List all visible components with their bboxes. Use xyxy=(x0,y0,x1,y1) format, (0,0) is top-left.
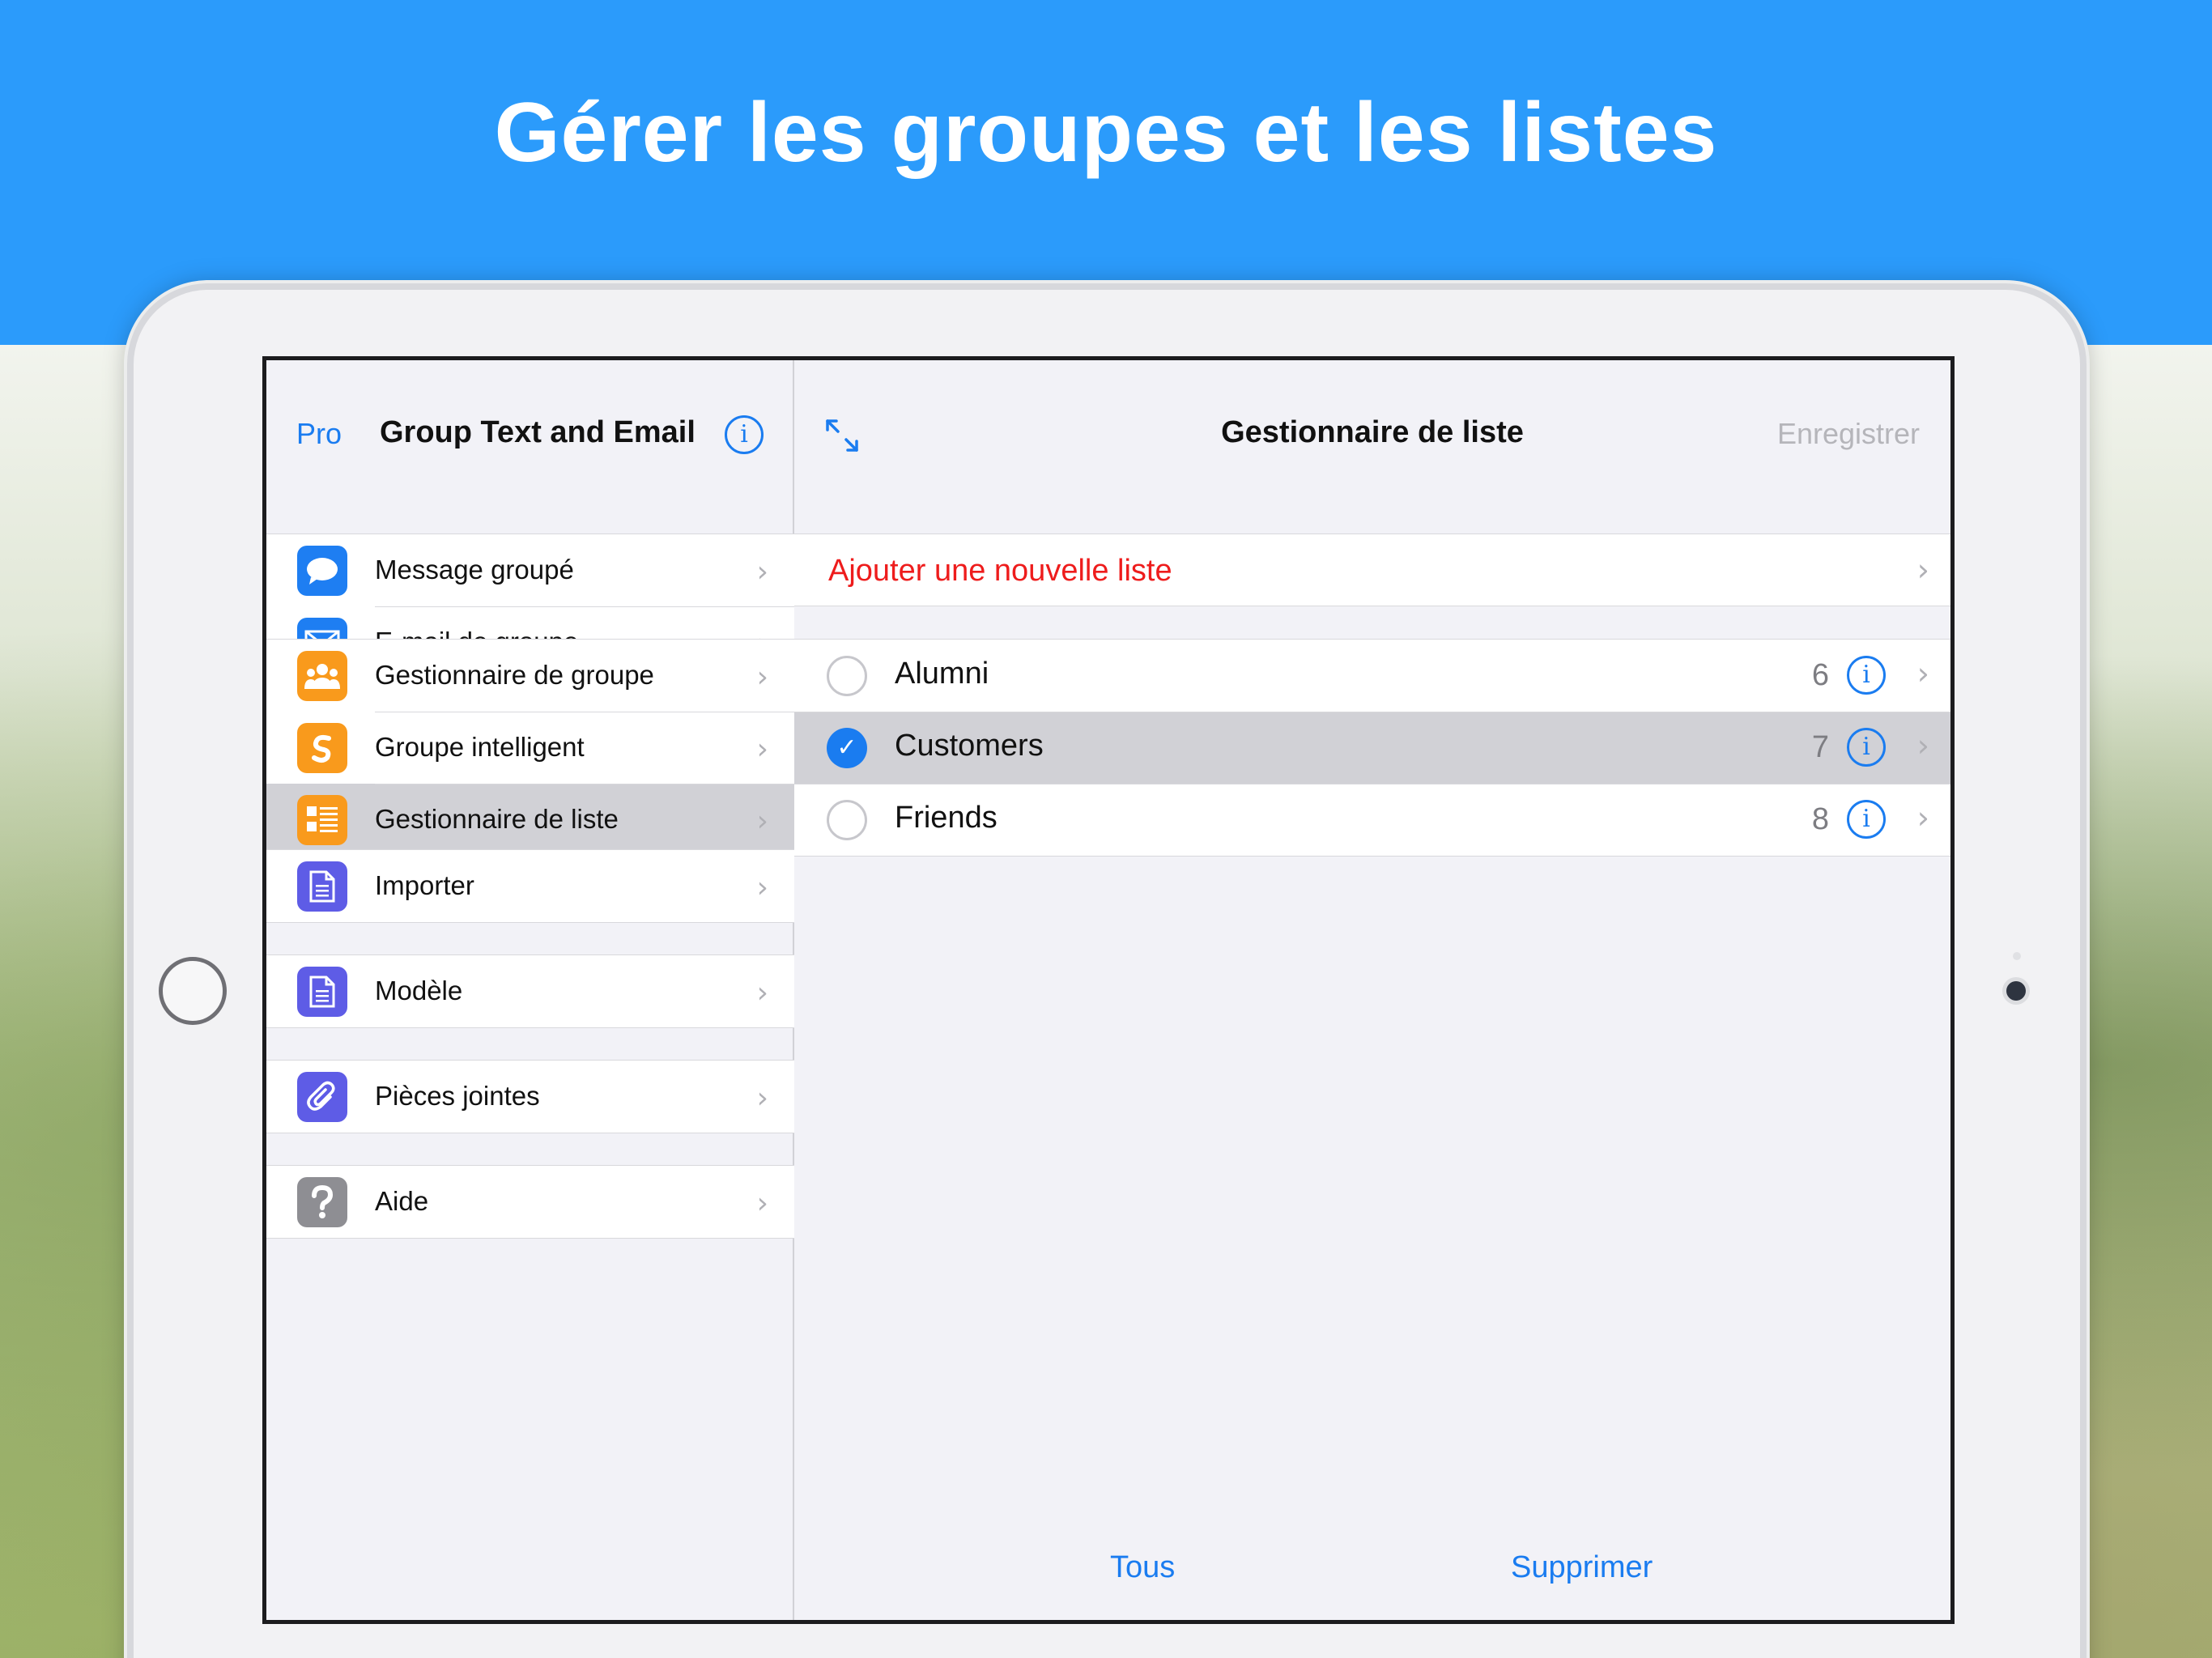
chevron-right-icon: › xyxy=(756,733,768,766)
list-item[interactable]: Alumni 6 i › xyxy=(794,640,1950,712)
list-icon xyxy=(297,795,347,845)
sidebar-item-gestionnaire-liste[interactable]: Gestionnaire de liste › xyxy=(266,784,794,856)
sidebar-item-pieces-jointes[interactable]: Pièces jointes › xyxy=(266,1061,794,1133)
document-icon xyxy=(297,967,347,1017)
info-icon[interactable]: i xyxy=(1847,728,1886,767)
sidebar-item-label: Gestionnaire de groupe xyxy=(375,660,654,690)
chevron-right-icon: › xyxy=(1916,656,1929,691)
detail-pane: Gestionnaire de liste Enregistrer Ajoute… xyxy=(794,360,1950,1620)
list-name: Alumni xyxy=(895,657,989,691)
people-icon xyxy=(297,651,347,701)
list-count: 8 xyxy=(1811,802,1829,836)
ambient-sensor xyxy=(2013,952,2021,960)
sidebar-item-label: Message groupé xyxy=(375,555,574,585)
info-icon[interactable]: i xyxy=(1847,656,1886,695)
document-icon xyxy=(297,861,347,912)
lists-table: Alumni 6 i › ✓ Customers 7 i › Friends 8… xyxy=(794,639,1950,857)
sidebar-item-message-groupe[interactable]: Message groupé › xyxy=(266,534,794,606)
menu-group-template: Modèle › xyxy=(266,954,794,1028)
pro-button[interactable]: Pro xyxy=(296,417,342,451)
info-icon[interactable]: i xyxy=(725,415,764,454)
smart-s-icon xyxy=(297,723,347,773)
sidebar-item-gestionnaire-groupe[interactable]: Gestionnaire de groupe › xyxy=(266,640,794,712)
headline: Gérer les groupes et les listes xyxy=(494,86,1718,180)
add-new-list-label: Ajouter une nouvelle liste xyxy=(828,554,1172,588)
chevron-right-icon: › xyxy=(756,805,768,838)
list-name: Friends xyxy=(895,801,998,835)
chevron-right-icon: › xyxy=(756,976,768,1010)
paperclip-icon xyxy=(297,1072,347,1122)
front-camera xyxy=(2006,981,2026,1001)
sidebar-nav-bar: Pro Group Text and Email i xyxy=(266,360,794,534)
delete-button[interactable]: Supprimer xyxy=(1511,1550,1653,1585)
sidebar-item-label: Aide xyxy=(375,1186,429,1216)
save-button[interactable]: Enregistrer xyxy=(1777,417,1920,451)
radio-unchecked[interactable] xyxy=(827,656,867,696)
chevron-right-icon: › xyxy=(756,871,768,904)
sidebar: Pro Group Text and Email i Message group… xyxy=(266,360,794,1620)
chevron-right-icon: › xyxy=(1916,728,1929,763)
sidebar-item-label: Modèle xyxy=(375,976,463,1005)
list-item[interactable]: ✓ Customers 7 i › xyxy=(794,712,1950,784)
sidebar-item-label: Importer xyxy=(375,870,474,900)
chevron-right-icon: › xyxy=(756,1082,768,1115)
sidebar-item-label: Gestionnaire de liste xyxy=(375,804,619,834)
chevron-right-icon: › xyxy=(1916,800,1929,835)
sidebar-item-groupe-intelligent[interactable]: Groupe intelligent › xyxy=(266,712,794,784)
list-item[interactable]: Friends 8 i › xyxy=(794,784,1950,856)
sidebar-item-aide[interactable]: Aide › xyxy=(266,1166,794,1238)
menu-group-attachments: Pièces jointes › xyxy=(266,1060,794,1133)
menu-group-help: Aide › xyxy=(266,1165,794,1239)
checkmark-icon[interactable]: ✓ xyxy=(827,728,867,768)
list-count: 6 xyxy=(1811,658,1829,692)
list-name: Customers xyxy=(895,729,1044,763)
sidebar-item-label: Pièces jointes xyxy=(375,1081,540,1111)
chevron-right-icon: › xyxy=(756,1187,768,1220)
list-count: 7 xyxy=(1811,730,1829,764)
info-icon[interactable]: i xyxy=(1847,800,1886,839)
select-all-button[interactable]: Tous xyxy=(1110,1550,1175,1585)
chevron-right-icon: › xyxy=(756,661,768,694)
sidebar-item-label: Groupe intelligent xyxy=(375,732,585,762)
app-title: Group Text and Email xyxy=(380,415,696,449)
sidebar-item-modele[interactable]: Modèle › xyxy=(266,955,794,1027)
add-new-list-row[interactable]: Ajouter une nouvelle liste › xyxy=(794,534,1950,606)
menu-group-import: Importer › xyxy=(266,849,794,923)
question-icon xyxy=(297,1177,347,1227)
radio-unchecked[interactable] xyxy=(827,800,867,840)
app-screen: Pro Group Text and Email i Message group… xyxy=(262,356,1955,1624)
menu-group-management: Gestionnaire de groupe › Groupe intellig… xyxy=(266,639,794,857)
chevron-right-icon: › xyxy=(1916,552,1929,588)
sidebar-item-importer[interactable]: Importer › xyxy=(266,850,794,922)
home-button xyxy=(159,957,227,1025)
chevron-right-icon: › xyxy=(756,555,768,589)
message-bubble-icon xyxy=(297,546,347,596)
